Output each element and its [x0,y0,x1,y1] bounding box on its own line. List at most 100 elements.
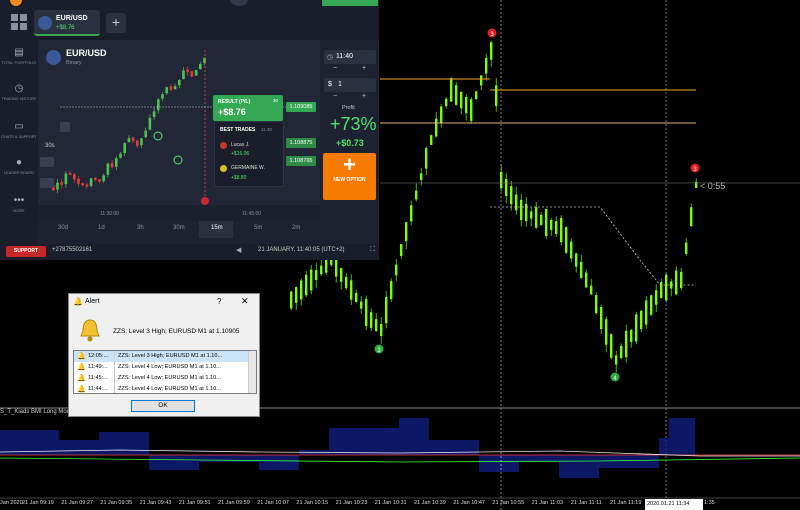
timeframe-30m[interactable]: 30m [173,225,185,231]
candle [585,272,588,288]
tool-button-draw[interactable] [40,157,54,167]
expiry-flag [201,197,209,205]
timeframe-15m[interactable]: 15m [211,225,223,231]
tool-button-settings[interactable] [40,178,54,188]
list-item[interactable]: 🔔 11:45:... ZZS: Level 4 Low; EURUSD M1 … [74,373,248,384]
candle [645,300,648,325]
bell-icon: 🔔 [73,297,83,306]
time-axis-label: 21 Jan 09:19 [22,500,54,506]
candle [295,287,298,303]
candle [650,295,653,315]
timeframe-30d[interactable]: 30d [58,225,68,231]
candle [685,242,688,255]
list-item[interactable]: 🔔 11:49:... ZZS: Level 4 Low; EURUSD M1 … [74,362,248,373]
candle [152,111,156,117]
bmi-indicator-histogram [0,418,695,478]
expiry-plus-button[interactable]: + [362,65,366,72]
candle [505,179,508,196]
timeframe-1d[interactable]: 1d [98,225,105,231]
candle [660,282,663,298]
time-axis-tail-label: 1:35 [704,500,715,506]
candle [173,86,177,90]
timeframe-3h[interactable]: 3h [137,225,144,231]
time-axis-label: 21 Jan 10:31 [374,500,407,506]
ok-button[interactable]: OK [131,400,195,412]
candle [430,135,433,145]
trade-marker-1 [153,131,163,141]
list-item[interactable]: 🔔 12:05:... ZZS: Level 3 High; EURUSD M1… [74,351,248,362]
volume-icon[interactable]: ◀ [236,246,241,254]
close-button[interactable]: ✕ [241,296,249,307]
candle [455,85,458,105]
candle [300,280,303,300]
time-axis-label: 21 Jan 10:55 [492,500,525,506]
us-flag-icon [46,50,61,65]
candle [68,172,72,175]
candle [575,253,578,267]
list-scrollbar[interactable] [248,351,256,393]
candle [89,178,93,187]
zz-marker-high-2: 3 [690,163,700,173]
expiry-minus-button[interactable]: − [333,65,337,72]
candle [165,87,168,94]
candle [630,329,633,343]
clock-icon: ◷ [327,54,334,61]
candle [570,241,573,259]
expiry-time-field[interactable]: ◷ 11:40 [324,50,376,64]
alert-message: ZZS: Level 3 High; EURUSD M1 at 1.10905 [113,328,240,335]
candle [102,175,105,182]
candle [690,207,693,227]
candle [106,163,110,175]
help-button[interactable]: ? [217,297,221,306]
time-axis-label: 21 Jan 10:39 [414,500,446,506]
candle-timeframe-button[interactable]: 30s [45,143,55,149]
candle [525,203,528,222]
candle [675,270,678,295]
timeframe-5m[interactable]: 5m [254,225,262,231]
candle [123,143,126,154]
support-phone: +27875502161 [52,247,93,253]
time-axis-label: 21 Jan 10:15 [296,500,329,506]
profit-label: Profit [342,105,355,111]
candle [315,270,318,280]
fullscreen-icon[interactable]: ⛶ [370,246,375,254]
candle [110,163,114,168]
candle [445,98,448,107]
candle [169,86,173,91]
profit-amount: +$0.73 [336,138,364,148]
alert-history-list[interactable]: 🔔 12:05:... ZZS: Level 3 High; EURUSD M1… [73,350,257,394]
price-tag-2: 1.108875 [286,138,316,148]
candle [465,97,468,113]
timeframe-2m[interactable]: 2m [292,225,300,231]
bell-icon-large [80,319,100,342]
tool-button-indicators[interactable] [60,122,70,132]
candle [305,274,308,296]
candle [590,285,593,295]
candle [380,324,383,336]
candle [605,319,608,345]
candle [186,69,189,73]
time-label-1: 11:30:00 [100,211,120,217]
candle [490,42,493,60]
candle [365,298,368,327]
amount-minus-button[interactable]: − [333,93,337,100]
candle [350,280,353,300]
support-button[interactable]: SUPPORT [6,246,46,257]
amount-plus-button[interactable]: + [362,93,366,100]
candle [194,69,198,76]
candle [550,219,553,231]
candle [475,91,478,100]
amount-input[interactable]: $ 1 [324,78,376,92]
time-axis-label: Jan 2020 [0,500,23,506]
candle [157,99,160,111]
iq-option-window: EUR/USD +$8.76 + ▤ TOTAL PORTFOLIO ◷ TRA… [0,0,380,260]
asset-selector[interactable]: EUR/USD [66,48,107,58]
indicator-name-label: S_T_Kiads BMI Long Mod [0,409,71,415]
new-option-button[interactable]: + NEW OPTION [323,153,376,200]
candle [545,208,548,237]
price-tag-current: 1.109085 [286,102,316,112]
list-item[interactable]: 🔔 11:44:... ZZS: Level 4 Low; EURUSD M1 … [74,384,248,393]
candle [610,334,613,358]
candle [480,75,483,86]
time-axis-label: 21 Jan 11:11 [570,500,602,506]
